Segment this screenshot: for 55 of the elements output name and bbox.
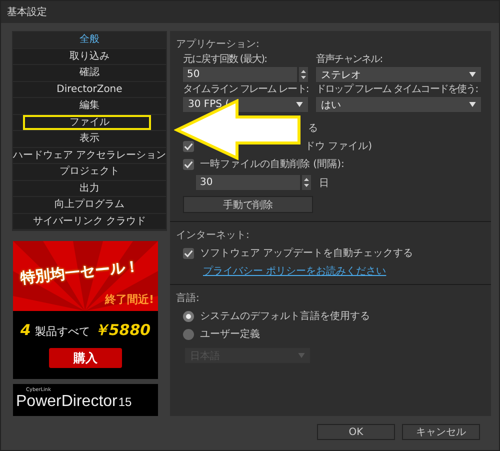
sidebar-item[interactable]: 確認 [13, 65, 166, 80]
caret-icon [296, 102, 303, 107]
checkbox-label: 一時ファイルの自動削除 (間隔): [200, 158, 344, 171]
field-label: 元に戻す回数 (最大): [183, 53, 268, 66]
sidebar-item[interactable]: ハードウェア アクセラレーション [13, 148, 166, 163]
days-field[interactable]: 30 [196, 175, 300, 190]
caret-icon [469, 102, 476, 107]
sidebar-item[interactable]: 出力 [13, 180, 166, 196]
sidebar-item[interactable]: 向上プログラム [13, 197, 166, 212]
radio-label: システムのデフォルト言語を使用する [200, 310, 370, 323]
checkbox[interactable] [183, 140, 194, 152]
buy-button[interactable]: 購入 [49, 348, 122, 368]
section-heading: インターネット: [176, 229, 250, 242]
window-title: 基本設定 [7, 6, 47, 19]
field-label: タイムライン フレーム レート: [183, 83, 308, 96]
sidebar-item[interactable]: 全般 [13, 32, 166, 48]
sidebar-item[interactable]: サイバーリンク クラウド [13, 214, 166, 229]
ad-subline: 終了間近! [104, 292, 154, 307]
sidebar-item[interactable]: ファイル [13, 114, 166, 130]
undo-count-field[interactable]: 50 [183, 67, 297, 82]
cancel-button[interactable]: キャンセル [402, 424, 480, 440]
ad-banner[interactable]: 特別均一セール！ 終了間近! 4 製品すべて ￥5880 購入 [13, 241, 158, 379]
sidebar-item[interactable]: 表示 [13, 131, 166, 146]
checkbox[interactable] [183, 248, 194, 258]
checkbox[interactable] [183, 158, 194, 170]
delete-button[interactable]: 手動で削除 [183, 196, 313, 213]
audio-channel-dropdown[interactable]: ステレオ [316, 67, 481, 82]
field-label: 音声チャンネル: [316, 53, 384, 66]
radio-label: ユーザー定義 [200, 328, 260, 341]
radio-button[interactable] [183, 310, 194, 322]
field-label: ドロップ フレーム タイムコードを使う: [316, 83, 479, 96]
drop-frame-dropdown[interactable]: はい [316, 97, 481, 112]
section-heading: アプリケーション: [176, 38, 260, 51]
checkbox-label: ドウ ファイル) [305, 140, 372, 153]
ok-button[interactable]: OK [317, 424, 395, 440]
radio-button[interactable] [183, 328, 194, 340]
privacy-link[interactable]: プライバシー ポリシーをお読みください [203, 264, 386, 278]
version-number: 15 [118, 395, 132, 409]
ad-count: 4 [20, 321, 31, 339]
sidebar-item[interactable]: プロジェクト [13, 164, 166, 180]
caret-icon [469, 72, 476, 77]
unit-label: 日 [319, 176, 329, 190]
spin-arrows-icon[interactable] [299, 67, 308, 82]
sidebar-item[interactable]: 編集 [13, 98, 166, 114]
ad-headline: 特別均一セール！ [19, 256, 141, 288]
sidebar-item[interactable]: 取り込み [13, 48, 166, 64]
section-heading: 言語: [176, 292, 200, 305]
checkbox-label: ソフトウェア アップデートを自動チェックする [200, 246, 414, 260]
spin-arrows-icon[interactable] [302, 175, 311, 190]
ad-offer: 製品すべて [34, 324, 90, 339]
brand-name: PowerDirector [16, 393, 118, 410]
checkbox-label: る [308, 122, 318, 135]
caret-icon [298, 353, 305, 358]
ad-price: ￥5880 [94, 321, 151, 340]
sidebar-item[interactable]: DirectorZone [13, 82, 166, 97]
